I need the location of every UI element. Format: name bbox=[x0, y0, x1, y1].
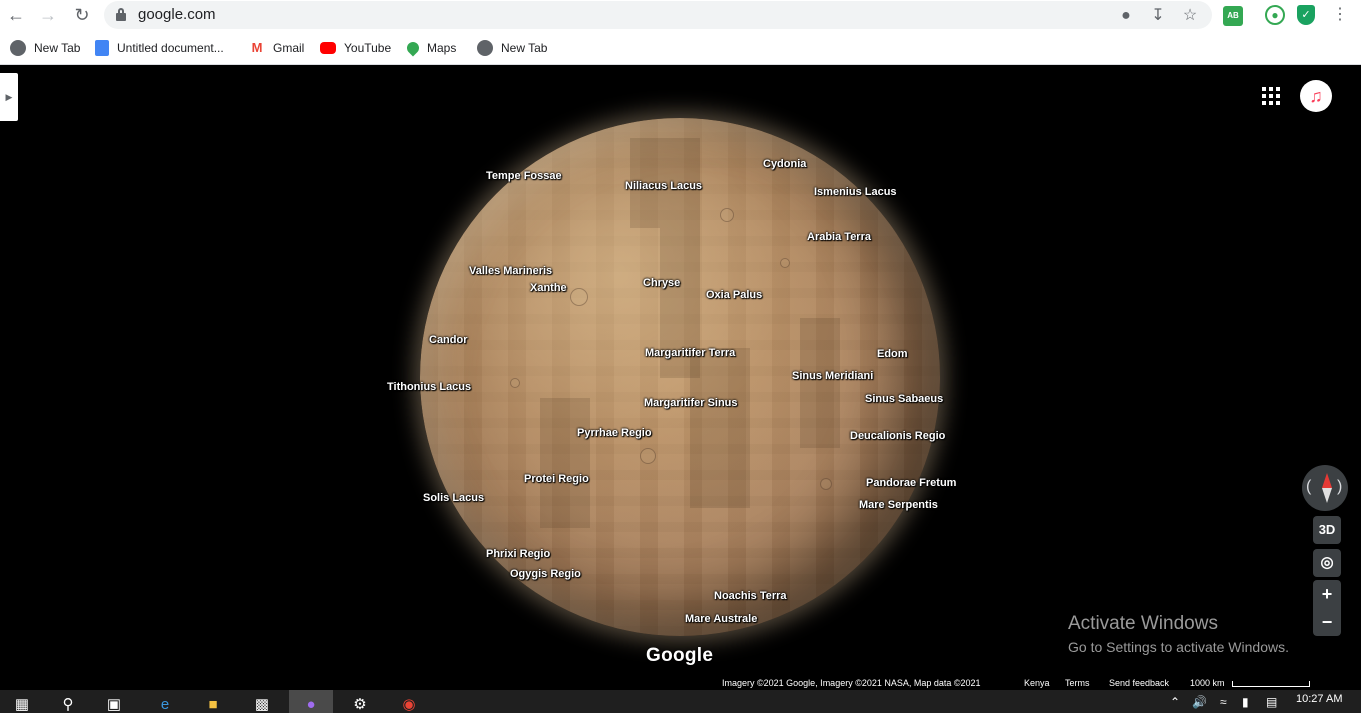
scale-label[interactable]: 1000 km bbox=[1190, 678, 1225, 690]
bookmark-label: Gmail bbox=[273, 41, 305, 55]
bookmark-untitled-document[interactable]: Untitled document... bbox=[95, 39, 224, 57]
security-shield-icon[interactable]: ✓ bbox=[1297, 5, 1315, 25]
map-viewport[interactable]: ▶ ♫ Tempe Fossae Niliacus Lacus Cydonia … bbox=[0, 65, 1361, 690]
forward-icon[interactable]: → bbox=[36, 4, 60, 26]
send-feedback-link[interactable]: Send feedback bbox=[1109, 678, 1169, 690]
place-label[interactable]: Noachis Terra bbox=[714, 590, 787, 602]
place-label[interactable]: Ogygis Regio bbox=[510, 568, 581, 580]
youtube-icon bbox=[320, 42, 336, 54]
zoom-controls: + − bbox=[1313, 580, 1341, 636]
terms-link[interactable]: Terms bbox=[1065, 678, 1090, 690]
google-logo: Google bbox=[646, 645, 714, 666]
globe-icon bbox=[10, 40, 26, 56]
apps-grid-icon[interactable] bbox=[1262, 87, 1280, 105]
place-label[interactable]: Chryse bbox=[643, 277, 680, 289]
side-panel-toggle[interactable]: ▶ bbox=[0, 73, 18, 121]
docs-icon bbox=[95, 40, 109, 56]
compass-control[interactable]: ( ) bbox=[1302, 465, 1348, 511]
bookmark-label: Untitled document... bbox=[117, 41, 224, 55]
place-label[interactable]: Tempe Fossae bbox=[486, 170, 562, 182]
place-label[interactable]: Candor bbox=[429, 334, 468, 346]
browser-app-icon[interactable]: ● bbox=[289, 690, 333, 713]
region-label: Kenya bbox=[1024, 678, 1050, 688]
place-label[interactable]: Ismenius Lacus bbox=[814, 186, 897, 198]
back-icon[interactable]: ← bbox=[4, 4, 28, 26]
search-icon[interactable]: ⚲ bbox=[46, 690, 90, 713]
lock-icon bbox=[116, 8, 126, 21]
volume-icon[interactable]: 🔊 bbox=[1192, 695, 1207, 709]
bookmark-gmail[interactable]: M Gmail bbox=[249, 39, 305, 57]
install-icon[interactable]: ↧ bbox=[1148, 6, 1168, 26]
place-label[interactable]: Margaritifer Terra bbox=[645, 347, 735, 359]
activate-windows-title: Activate Windows bbox=[1068, 613, 1218, 634]
store-icon[interactable]: ▩ bbox=[240, 690, 284, 713]
extension-ab-icon[interactable]: AB bbox=[1223, 6, 1243, 26]
profile-icon[interactable]: ● bbox=[1265, 5, 1285, 25]
place-label[interactable]: Oxia Palus bbox=[706, 289, 762, 301]
tray-chevron-icon[interactable]: ⌃ bbox=[1170, 695, 1180, 709]
place-label[interactable]: Pandorae Fretum bbox=[866, 477, 956, 489]
menu-kebab-icon[interactable]: ⋮ bbox=[1330, 5, 1350, 25]
place-label[interactable]: Arabia Terra bbox=[807, 231, 871, 243]
globe-view-icon[interactable]: ◎ bbox=[1313, 549, 1341, 577]
compass-south-icon bbox=[1322, 488, 1332, 503]
notifications-icon[interactable]: ▤ bbox=[1266, 695, 1277, 709]
place-label[interactable]: Xanthe bbox=[530, 282, 567, 294]
place-label[interactable]: Solis Lacus bbox=[423, 492, 484, 504]
place-label[interactable]: Margaritifer Sinus bbox=[644, 397, 738, 409]
maps-icon bbox=[404, 39, 422, 57]
compass-north-icon bbox=[1322, 473, 1332, 488]
settings-gear-icon[interactable]: ⚙ bbox=[338, 690, 382, 713]
location-icon[interactable]: ● bbox=[1116, 6, 1136, 26]
chrome-icon[interactable]: ◉ bbox=[387, 690, 431, 713]
place-label[interactable]: Tithonius Lacus bbox=[387, 381, 471, 393]
globe-icon bbox=[477, 40, 493, 56]
bookmark-label: YouTube bbox=[344, 41, 392, 55]
battery-icon[interactable]: ▮ bbox=[1242, 695, 1249, 709]
task-view-icon[interactable]: ▣ bbox=[92, 690, 136, 713]
file-explorer-icon[interactable]: ■ bbox=[191, 690, 235, 713]
toggle-3d-button[interactable]: 3D bbox=[1313, 516, 1341, 544]
bookmark-new-tab-2[interactable]: New Tab bbox=[477, 39, 547, 57]
place-label[interactable]: Sinus Meridiani bbox=[792, 370, 873, 382]
bookmark-youtube[interactable]: YouTube bbox=[320, 39, 391, 57]
browser-toolbar: ← → ↻ google.com ● ↧ ☆ AB ● ✓ ⋮ bbox=[0, 0, 1361, 31]
imagery-attribution: Imagery ©2021 Google, Imagery ©2021 NASA… bbox=[722, 678, 981, 688]
bookmarks-bar: New Tab Untitled document... M Gmail You… bbox=[0, 31, 1361, 65]
scale-bar bbox=[1232, 681, 1310, 687]
windows-taskbar: ▦ ⚲ ▣ e ■ ▩ ● ⚙ ◉ ⌃ 🔊 ≈ ▮ ▤ 10:27 AM bbox=[0, 690, 1361, 713]
zoom-in-button[interactable]: + bbox=[1313, 580, 1341, 608]
place-label[interactable]: Niliacus Lacus bbox=[625, 180, 702, 192]
taskbar-clock[interactable]: 10:27 AM bbox=[1296, 693, 1342, 705]
reload-icon[interactable]: ↻ bbox=[70, 4, 94, 26]
place-label[interactable]: Mare Australe bbox=[685, 613, 757, 625]
gmail-icon: M bbox=[251, 40, 263, 55]
bookmark-star-icon[interactable]: ☆ bbox=[1180, 6, 1200, 26]
wifi-icon[interactable]: ≈ bbox=[1220, 695, 1227, 709]
place-label[interactable]: Sinus Sabaeus bbox=[865, 393, 943, 405]
bookmark-label: New Tab bbox=[34, 41, 81, 55]
place-label[interactable]: Deucalionis Regio bbox=[850, 430, 945, 442]
windows-start-icon[interactable]: ▦ bbox=[0, 690, 44, 713]
zoom-out-button[interactable]: − bbox=[1313, 608, 1341, 636]
bookmark-new-tab-1[interactable]: New Tab bbox=[10, 39, 80, 57]
place-label[interactable]: Pyrrhae Regio bbox=[577, 427, 652, 439]
place-label[interactable]: Protei Regio bbox=[524, 473, 589, 485]
bookmark-maps[interactable]: Maps bbox=[404, 39, 457, 57]
activate-windows-subtitle: Go to Settings to activate Windows. bbox=[1068, 639, 1289, 655]
place-label[interactable]: Cydonia bbox=[763, 158, 806, 170]
place-label[interactable]: Valles Marineris bbox=[469, 265, 552, 277]
url-text[interactable]: google.com bbox=[138, 6, 216, 23]
place-label[interactable]: Mare Serpentis bbox=[859, 499, 938, 511]
edge-icon[interactable]: e bbox=[143, 690, 187, 713]
place-label[interactable]: Edom bbox=[877, 348, 908, 360]
place-label[interactable]: Phrixi Regio bbox=[486, 548, 550, 560]
bookmark-label: Maps bbox=[427, 41, 457, 55]
account-avatar[interactable]: ♫ bbox=[1300, 80, 1332, 112]
address-bar[interactable]: google.com ● ↧ ☆ bbox=[104, 1, 1212, 29]
bookmark-label: New Tab bbox=[501, 41, 548, 55]
